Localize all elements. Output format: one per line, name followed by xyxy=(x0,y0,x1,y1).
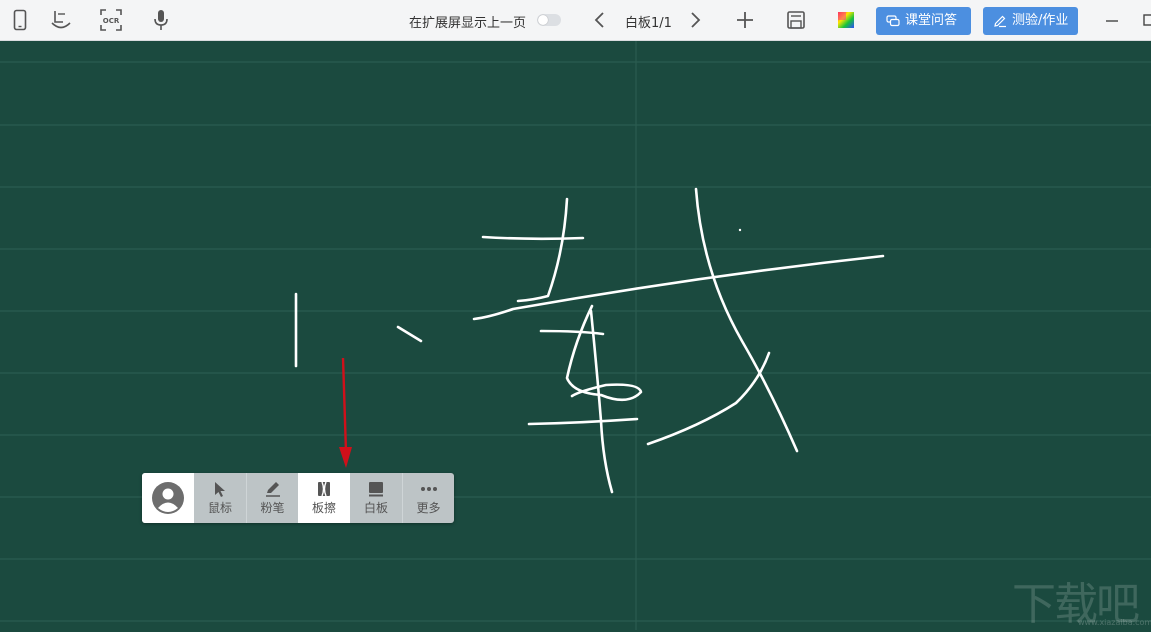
quiz-homework-label: 测验/作业 xyxy=(1012,13,1069,28)
quiz-homework-button[interactable]: 测验/作业 xyxy=(983,7,1078,35)
chevron-right-icon[interactable] xyxy=(683,8,707,32)
tool-whiteboard[interactable]: 白板 xyxy=(350,473,402,523)
tool-whiteboard-label: 白板 xyxy=(363,501,388,515)
extend-screen-label: 在扩展屏显示上一页 xyxy=(409,16,527,31)
tool-mouse[interactable]: 鼠标 xyxy=(194,473,246,523)
extend-screen-toggle[interactable] xyxy=(537,14,561,26)
projector-icon[interactable] xyxy=(49,8,73,32)
tool-chalk[interactable]: 粉笔 xyxy=(246,473,298,523)
ocr-icon[interactable]: OCR xyxy=(99,8,123,32)
save-icon[interactable] xyxy=(784,8,808,32)
cursor-icon xyxy=(210,479,230,499)
watermark-url: www.xiazaiba.com xyxy=(1078,618,1151,627)
tool-more-label: 更多 xyxy=(416,501,441,515)
phone-icon[interactable] xyxy=(8,8,32,32)
tool-eraser-label: 板擦 xyxy=(311,501,336,515)
page-indicator: 白板1/1 xyxy=(625,16,672,31)
microphone-icon[interactable] xyxy=(149,8,173,32)
blackboard-canvas[interactable] xyxy=(0,41,1151,630)
add-page-icon[interactable] xyxy=(733,8,757,32)
chat-icon xyxy=(886,14,900,28)
eraser-icon xyxy=(314,479,334,499)
tool-mouse-label: 鼠标 xyxy=(207,501,232,515)
more-icon xyxy=(419,479,439,499)
minimize-icon[interactable] xyxy=(1100,8,1124,32)
user-avatar[interactable] xyxy=(142,473,194,523)
tool-palette: 鼠标 粉笔 板擦 白板 更多 xyxy=(142,473,454,523)
classroom-qa-button[interactable]: 课堂问答 xyxy=(876,7,971,35)
edit-icon xyxy=(993,14,1007,28)
tool-chalk-label: 粉笔 xyxy=(260,501,285,515)
tool-more[interactable]: 更多 xyxy=(402,473,454,523)
maximize-icon[interactable] xyxy=(1137,8,1151,32)
whiteboard-icon xyxy=(366,479,386,499)
top-toolbar: OCR 在扩展屏显示上一页 白板1/1 课堂问答 测验/作业 xyxy=(0,0,1151,41)
avatar-icon xyxy=(152,482,184,514)
chevron-left-icon[interactable] xyxy=(588,8,612,32)
tool-eraser[interactable]: 板擦 xyxy=(298,473,350,523)
ocr-label: OCR xyxy=(103,17,120,25)
chalk-icon xyxy=(263,479,283,499)
color-picker-icon[interactable] xyxy=(834,8,858,32)
classroom-qa-label: 课堂问答 xyxy=(905,13,958,28)
